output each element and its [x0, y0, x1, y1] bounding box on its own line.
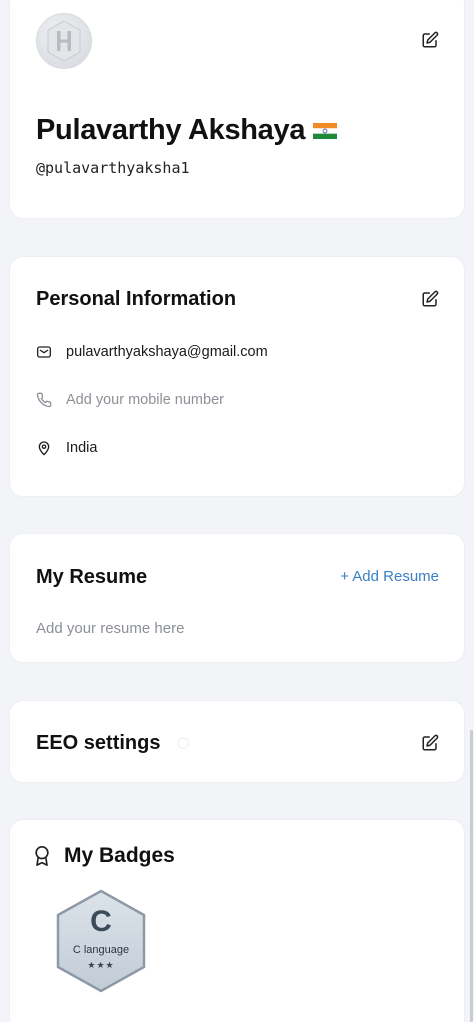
email-row: pulavarthyakshaya@gmail.com: [36, 344, 268, 360]
edit-icon: [422, 290, 439, 307]
resume-placeholder: Add your resume here: [36, 620, 185, 637]
resume-title: My Resume: [36, 566, 148, 588]
india-flag-icon: [313, 122, 338, 139]
edit-icon: [422, 734, 439, 751]
location-text: India: [66, 440, 98, 456]
profile-name-text: Pulavarthy Akshaya: [36, 114, 306, 146]
avatar[interactable]: [36, 13, 92, 69]
username: @pulavarthyaksha1: [36, 159, 190, 177]
edit-icon: [422, 31, 439, 48]
edit-personal-information-button[interactable]: [420, 289, 440, 309]
mail-icon: [36, 344, 52, 360]
personal-information-title: Personal Information: [36, 288, 237, 310]
badge-c-language[interactable]: C C language ★★★: [53, 888, 149, 994]
badge-hexagon: [56, 889, 146, 993]
phone-icon: [36, 392, 52, 408]
edit-eeo-settings-button[interactable]: [420, 733, 440, 753]
profile-card: Pulavarthy Akshaya @pulavarthyaksha1: [9, 0, 465, 219]
badge-stars: ★★★: [87, 960, 115, 970]
personal-information-card: Personal Information pulavarthyakshaya@g…: [9, 256, 465, 497]
eeo-settings-title: EEO settings: [36, 732, 161, 754]
hackerrank-logo-icon: [47, 20, 81, 62]
resume-card: My Resume + Add Resume Add your resume h…: [9, 533, 465, 663]
edit-profile-button[interactable]: [420, 30, 440, 50]
profile-name: Pulavarthy Akshaya: [36, 114, 338, 147]
location-row: India: [36, 440, 97, 456]
add-resume-button[interactable]: + Add Resume: [340, 568, 439, 585]
eeo-settings-card: EEO settings: [9, 700, 465, 783]
award-ribbon-icon: [35, 846, 49, 866]
badges-header: My Badges: [32, 844, 175, 868]
badges-title: My Badges: [64, 844, 175, 867]
badge-letter: C: [90, 905, 112, 938]
badges-card: My Badges C C language ★★★: [9, 819, 465, 1022]
info-icon[interactable]: [176, 736, 190, 750]
email-text: pulavarthyakshaya@gmail.com: [66, 344, 268, 360]
phone-row[interactable]: Add your mobile number: [36, 392, 224, 408]
location-pin-icon: [36, 440, 52, 456]
badge-label: C language: [72, 944, 130, 956]
scrollbar[interactable]: [470, 730, 473, 1022]
phone-placeholder: Add your mobile number: [66, 392, 224, 408]
